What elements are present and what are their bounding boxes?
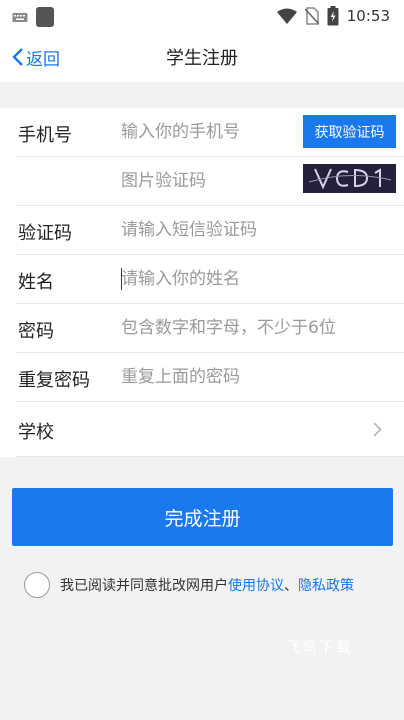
agreement-statement: 我已阅读并同意批改网用户 — [60, 578, 228, 594]
terms-link[interactable]: 使用协议 — [228, 578, 284, 594]
sms-code-input[interactable] — [121, 217, 361, 243]
status-bar: 10:53 — [0, 0, 404, 32]
chevron-right-icon — [373, 422, 382, 437]
agreement-row: 我已阅读并同意批改网用户使用协议、隐私政策 — [24, 571, 354, 599]
captcha-image[interactable] — [303, 164, 396, 193]
registration-form: 手机号 获取验证码 验证码 姓名 密码 重复密码 学校 — [0, 108, 404, 457]
sms-code-label: 验证码 — [18, 223, 72, 244]
password-label: 密码 — [18, 321, 54, 342]
privacy-link[interactable]: 隐私政策 — [298, 578, 354, 594]
battery-icon — [327, 6, 339, 26]
sms-code-row: 验证码 — [16, 206, 404, 255]
school-label: 学校 — [18, 422, 54, 443]
phone-label: 手机号 — [18, 125, 72, 146]
agreement-separator: 、 — [284, 578, 298, 594]
watermark: 飞鸟下载 — [285, 638, 354, 656]
password-row: 密码 — [16, 304, 404, 353]
keyboard-icon — [12, 13, 28, 22]
confirm-password-input[interactable] — [121, 364, 361, 390]
complete-registration-button[interactable]: 完成注册 — [12, 488, 393, 546]
text-cursor — [121, 268, 122, 290]
name-row: 姓名 — [16, 255, 404, 304]
confirm-password-row: 重复密码 — [16, 353, 404, 402]
password-input[interactable] — [121, 315, 396, 341]
phone-row: 手机号 获取验证码 — [16, 108, 404, 157]
navigation-bar: 返回 学生注册 — [0, 32, 404, 82]
wifi-icon — [276, 8, 297, 24]
agreement-checkbox[interactable] — [24, 572, 50, 598]
confirm-password-label: 重复密码 — [18, 370, 90, 391]
image-code-input[interactable] — [121, 168, 296, 194]
get-code-button[interactable]: 获取验证码 — [303, 115, 396, 148]
image-code-row — [16, 157, 404, 206]
no-sim-icon — [304, 7, 319, 25]
agreement-text: 我已阅读并同意批改网用户使用协议、隐私政策 — [60, 575, 354, 595]
name-input[interactable] — [121, 266, 361, 292]
name-label: 姓名 — [18, 272, 54, 293]
app-icon — [36, 7, 54, 27]
status-time: 10:53 — [346, 7, 390, 25]
page-title: 学生注册 — [166, 48, 238, 69]
phone-input[interactable] — [121, 119, 296, 145]
school-row[interactable]: 学校 — [16, 402, 404, 457]
